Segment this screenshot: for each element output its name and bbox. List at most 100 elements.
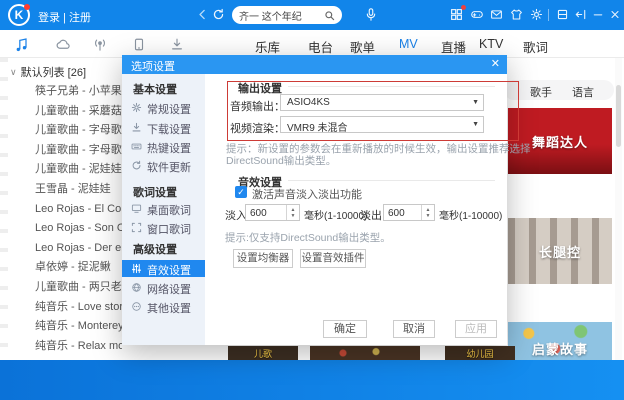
dialog-nav-item-update[interactable]: 软件更新 [122,157,205,174]
playlist-header[interactable]: ∨ 默认列表 [26] [10,64,86,80]
dialog-nav-item-sound-effects[interactable]: 音效设置 [122,260,205,277]
login-register-link[interactable]: 登录 | 注册 [38,9,91,25]
clipped-background-edge [0,58,8,360]
mv-thumb-partial[interactable]: 幼儿园 [445,346,515,360]
playlist-item[interactable]: 筷子兄弟 - 小苹果 [35,82,122,102]
playlist-item[interactable]: 儿童歌曲 - 两只老虎 [35,278,122,298]
playlist-item[interactable]: Leo Rojas - El Condor Pasa [35,200,122,220]
audio-output-select[interactable]: ASIO4KS ▼ [280,94,484,111]
mv-filter-bar: 歌手 语言 [504,80,614,100]
gear-icon [131,102,142,113]
fade-in-unit: 毫秒(1-10000) [304,207,367,222]
search-box[interactable]: 齐一 这个年纪 [232,6,342,24]
equalizer-button[interactable]: 设置均衡器 [233,249,293,268]
keyboard-icon [131,141,142,152]
filter-language[interactable]: 语言 [572,84,594,100]
playlist-item[interactable]: 儿童歌曲 - 字母歌 - 单曲版 [35,141,122,161]
dialog-nav-item-hotkeys[interactable]: 热键设置 [122,138,205,155]
dialog-nav-item-network[interactable]: 网络设置 [122,279,205,296]
titlebar: K 登录 | 注册 齐一 这个年纪 [0,0,624,30]
logo-letter: K [15,8,24,22]
back-icon[interactable] [196,8,209,21]
device-transfer-tab-icon[interactable] [132,37,146,52]
dock-side-icon[interactable] [574,8,587,21]
playlist-item[interactable]: 卓依婷 - 捉泥鳅 [35,258,122,278]
ok-button[interactable]: 确定 [323,320,367,338]
playlist-item[interactable]: 儿童歌曲 - 泥娃娃 [35,160,122,180]
dialog-nav-item-desktop-lyrics[interactable]: 桌面歌词 [122,200,205,217]
scrollbar-thumb[interactable] [616,85,621,147]
settings-gear-icon[interactable] [530,8,543,21]
mv-card[interactable]: 长腿控 [508,218,612,284]
apply-button[interactable]: 应用 [455,320,497,338]
playlist-item[interactable]: Leo Rojas - Der einsame ... [35,239,122,259]
dialog-nav-item-download[interactable]: 下载设置 [122,119,205,136]
tab-yueku[interactable]: 乐库 [255,37,280,56]
tab-diantai[interactable]: 电台 [308,37,333,56]
video-render-value: VMR9 未混合 [287,119,348,134]
fade-in-input[interactable]: 600 ▲ ▼ [245,204,300,221]
stepper-down-icon[interactable]: ▼ [426,213,431,219]
cloud-music-tab-icon[interactable] [55,37,71,52]
mini-mode-icon[interactable] [556,8,569,21]
mail-icon[interactable] [490,8,503,21]
mv-card[interactable]: 启蒙故事 [508,322,612,360]
mv-thumb-label: 幼儿园 [466,347,493,360]
skin-shirt-icon[interactable] [510,8,523,21]
fade-out-stepper[interactable]: ▲ ▼ [421,205,434,220]
download-icon [131,122,142,133]
mv-card-label: 舞蹈达人 [532,132,588,151]
video-render-label: 视频渲染： [230,120,285,136]
dialog-nav-item-window-lyrics[interactable]: 窗口歌词 [122,219,205,236]
minimize-icon[interactable] [592,8,604,21]
fade-checkbox[interactable]: ✓ [235,186,247,198]
fade-out-label: 淡出 [360,207,382,223]
playlist-item[interactable]: 儿童歌曲 - 字母歌 [35,121,122,141]
close-window-icon[interactable] [609,8,621,21]
local-music-tab-icon[interactable] [14,37,29,52]
sound-plugin-button[interactable]: 设置音效插件 [300,249,366,268]
download-manager-tab-icon[interactable] [170,37,184,52]
options-dialog: 选项设置 ✕ 基本设置 常规设置 下载设置 热键设置 软件更新 歌词设置 桌面歌… [122,55,507,345]
tab-geci[interactable]: 歌词 [523,37,548,56]
stepper-down-icon[interactable]: ▼ [291,213,296,219]
kugou-logo[interactable]: K [8,4,30,26]
apps-grid-icon[interactable] [450,8,463,21]
section-divider [288,180,495,181]
tab-gedan[interactable]: 歌单 [350,37,375,56]
playlist-item[interactable]: 纯音乐 - Monterey [35,317,122,337]
player-bar: 酷狗音乐 00:00/00:00 丽音 词 弹 26 [0,360,624,400]
caret-down-icon: ▼ [472,121,479,128]
playlist-item[interactable]: Leo Rojas - Son Of Ecuad... [35,219,122,239]
fade-out-input[interactable]: 600 ▲ ▼ [383,204,435,221]
tab-ktv[interactable]: KTV [479,37,503,51]
playlist-header-label: 默认列表 [26] [21,64,86,80]
playlist-item[interactable]: 王雪晶 - 泥娃娃 [35,180,122,200]
caret-down-icon: ▼ [472,99,479,106]
playlist-item[interactable]: 儿童歌曲 - 采蘑菇的小姑娘 [35,102,122,122]
dialog-title: 选项设置 [131,58,175,74]
scrollbar-track [615,58,622,360]
section-divider [288,86,495,87]
fade-in-stepper[interactable]: ▲ ▼ [286,205,299,220]
mv-thumb-partial[interactable] [310,346,420,360]
dialog-nav-item-other[interactable]: 其他设置 [122,298,205,315]
refresh-icon[interactable] [212,8,225,21]
logo-notification-dot [24,4,30,10]
tab-mv[interactable]: MV [399,37,418,51]
tab-zhibo[interactable]: 直播 [441,37,466,56]
radio-tab-icon[interactable] [92,37,108,52]
mv-thumb-partial[interactable]: 儿歌 [228,346,298,360]
filter-singer[interactable]: 歌手 [530,84,552,100]
video-render-select[interactable]: VMR9 未混合 ▼ [280,116,484,133]
playlist-item[interactable]: 纯音乐 - Relax moments [35,337,122,357]
cancel-button[interactable]: 取消 [393,320,435,338]
search-input[interactable]: 齐一 这个年纪 [239,8,324,23]
dialog-nav-item-general[interactable]: 常规设置 [122,99,205,116]
search-icon[interactable] [324,10,335,21]
game-icon[interactable] [470,8,484,21]
playlist-item[interactable]: 纯音乐 - Love story [35,298,122,318]
mic-search-icon[interactable] [364,7,378,22]
dialog-close-icon[interactable]: ✕ [491,57,500,70]
network-globe-icon [131,282,142,293]
